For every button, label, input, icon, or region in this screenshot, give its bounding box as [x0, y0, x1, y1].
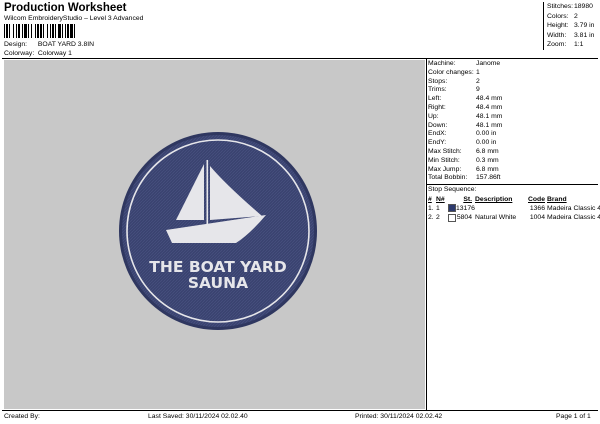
- info-row: Down: 48.1 mm: [428, 121, 503, 129]
- design-preview[interactable]: THE BOAT YARD SAUNA: [4, 60, 425, 409]
- footer-created: Created By:: [4, 413, 40, 420]
- table-row: 1. 1 13176 1366 Madeira Classic 40: [428, 204, 600, 213]
- footer-saved: Last Saved: 30/11/2024 02.02.40: [148, 413, 248, 420]
- stat-label: Stitches:: [547, 3, 574, 10]
- stat-label: Height:: [547, 22, 569, 29]
- footer-page: Page 1 of 1: [556, 413, 591, 420]
- info-row: Max Jump: 6.8 mm: [428, 165, 499, 173]
- divider: [426, 58, 427, 410]
- stat-row: Zoom: 1:1: [547, 40, 600, 50]
- stat-value: 18980: [574, 3, 593, 10]
- col-header: Brand: [547, 196, 567, 203]
- barcode: [4, 24, 75, 38]
- design-label: Design:: [4, 41, 28, 48]
- col-header: N#: [436, 196, 445, 203]
- table-header: # N# St. Description Code Brand: [428, 195, 593, 204]
- top-stats: Stitches: 18980 Colors: 2 Height: 3.79 in W…: [543, 2, 600, 50]
- divider: [2, 58, 598, 59]
- info-row: Min Stitch: 0.3 mm: [428, 156, 499, 164]
- machine-info: Machine: Janome Color changes: 1 Stops: 2 T…: [428, 60, 598, 183]
- info-row: Machine: Janome: [428, 60, 501, 67]
- info-row: Color changes: 1: [428, 68, 480, 76]
- divider: [427, 184, 598, 185]
- colorway-value: Colorway 1: [37, 50, 72, 57]
- info-row: Up: 48.1 mm: [428, 112, 503, 120]
- col-header: Description: [475, 196, 513, 203]
- stat-row: Colors: 2: [547, 12, 600, 22]
- stop-sequence-title: Stop Sequence:: [428, 186, 477, 193]
- page-title: Production Worksheet: [4, 2, 127, 14]
- patch-text-line2: SAUNA: [188, 274, 248, 292]
- info-row: Right: 48.4 mm: [428, 103, 503, 111]
- design-row: Design: BOAT YARD 3.8IN: [4, 41, 94, 48]
- stat-value: 3.81 in: [574, 31, 595, 39]
- info-row: EndY: 0.00 in: [428, 139, 497, 147]
- colorway-row: Colorway: Colorway 1: [4, 50, 72, 57]
- stat-label: Width:: [547, 31, 567, 39]
- col-header: St.: [463, 196, 472, 203]
- col-header: Code: [528, 196, 545, 203]
- patch-design: THE BOAT YARD SAUNA: [119, 132, 317, 330]
- stat-value: 1:1: [574, 41, 584, 48]
- stat-row: Stitches: 18980: [547, 2, 600, 12]
- table-row: 2. 2 5804 Natural White 1004 Madeira Cla…: [428, 213, 600, 222]
- info-row: Trims: 9: [428, 86, 480, 94]
- stop-sequence-table: # N# St. Description Code Brand 1. 1 131…: [428, 195, 600, 223]
- color-swatch: [448, 204, 456, 213]
- info-row: Total Bobbin: 157.86ft: [428, 174, 501, 182]
- stat-value: 2: [574, 12, 578, 20]
- stat-label: Colors:: [547, 12, 569, 20]
- divider: [2, 410, 598, 411]
- stat-row: Height: 3.79 in: [547, 21, 600, 31]
- info-row: Stops: 2: [428, 77, 480, 85]
- info-row: EndX: 0.00 in: [428, 130, 497, 138]
- software-name: Wilcom EmbroideryStudio – Level 3 Advanc…: [4, 15, 144, 22]
- stat-value: 3.79 in: [574, 22, 595, 29]
- stat-row: Width: 3.81 in: [547, 31, 600, 41]
- info-row: Left: 48.4 mm: [428, 95, 503, 103]
- footer-printed: Printed: 30/11/2024 02.02.42: [355, 413, 443, 420]
- color-swatch: [448, 213, 456, 222]
- col-header: #: [428, 196, 432, 203]
- info-row: Max Stitch: 6.8 mm: [428, 147, 499, 155]
- colorway-label: Colorway:: [4, 50, 35, 57]
- stat-label: Zoom:: [547, 41, 567, 48]
- design-value: BOAT YARD 3.8IN: [37, 41, 95, 48]
